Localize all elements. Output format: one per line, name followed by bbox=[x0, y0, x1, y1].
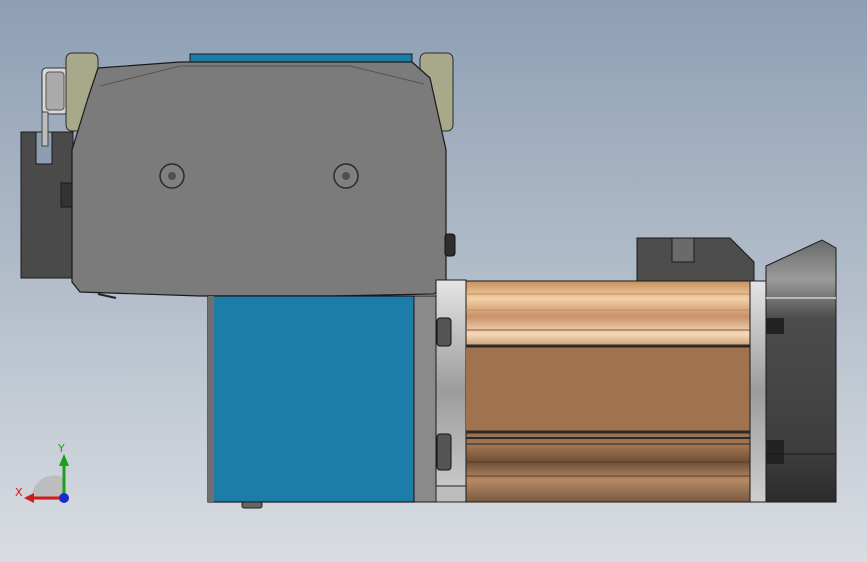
blue-plate-lower bbox=[207, 295, 415, 503]
left-bracket bbox=[20, 131, 74, 279]
motor-body bbox=[465, 280, 751, 503]
motor-top-bracket bbox=[636, 237, 755, 282]
orientation-triad: Y X bbox=[15, 442, 69, 503]
side-knob bbox=[444, 233, 456, 257]
cad-viewport[interactable]: Y X bbox=[0, 0, 867, 562]
motor-flange bbox=[413, 279, 467, 503]
housing-screw-left bbox=[159, 163, 185, 189]
motor-end-cap bbox=[765, 239, 837, 503]
motor-ring bbox=[749, 280, 767, 503]
z-axis-dot bbox=[59, 493, 69, 503]
cad-model-scene[interactable] bbox=[0, 0, 867, 562]
x-axis-label: X bbox=[15, 486, 23, 499]
y-axis-arrow bbox=[59, 454, 69, 466]
y-axis-label: Y bbox=[57, 442, 65, 455]
housing-screw-right bbox=[333, 163, 359, 189]
blue-plate-edge bbox=[208, 296, 214, 502]
bottom-foot bbox=[241, 501, 263, 509]
housing-bottom-edge bbox=[97, 293, 117, 299]
triad-plane bbox=[31, 475, 64, 500]
main-housing bbox=[71, 61, 447, 297]
x-axis-arrow bbox=[24, 493, 34, 503]
